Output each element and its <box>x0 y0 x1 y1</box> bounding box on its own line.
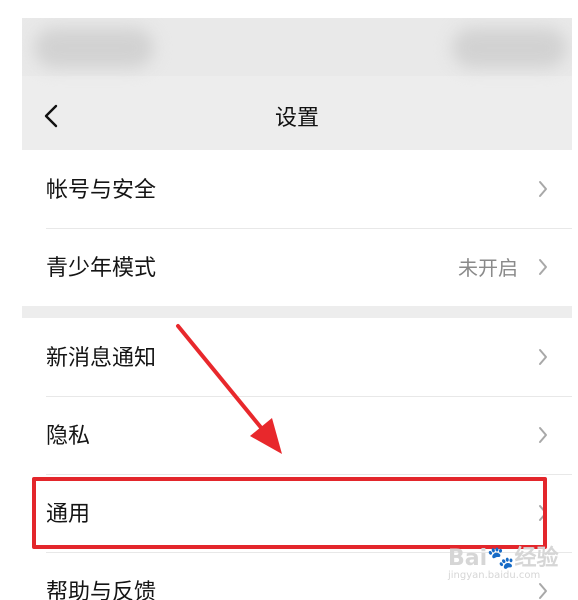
status-bar-left-blurred <box>34 28 154 68</box>
settings-item-teen-mode[interactable]: 青少年模式 未开启 <box>22 228 572 306</box>
settings-item-account-security[interactable]: 帐号与安全 <box>22 150 572 228</box>
settings-item-label: 新消息通知 <box>46 346 157 371</box>
chevron-right-icon <box>539 259 547 275</box>
settings-item-label: 帮助与反馈 <box>46 580 157 600</box>
nav-bar: 设置 <box>22 86 572 146</box>
settings-item-notifications[interactable]: 新消息通知 <box>22 318 572 396</box>
settings-group-account: 帐号与安全 青少年模式 未开启 <box>22 150 572 306</box>
settings-item-label: 帐号与安全 <box>46 178 157 203</box>
settings-item-label: 青少年模式 <box>46 256 157 281</box>
highlight-box <box>32 477 547 549</box>
watermark-text: Bai🐾经验 <box>448 546 559 571</box>
teen-mode-status: 未开启 <box>458 256 518 280</box>
chevron-right-icon <box>539 583 547 599</box>
status-bar <box>22 18 572 76</box>
chevron-right-icon <box>539 181 547 197</box>
baidu-jingyan-watermark: Bai🐾经验 jingyan.baidu.com <box>448 540 559 581</box>
settings-item-label: 隐私 <box>46 424 91 449</box>
chevron-right-icon <box>539 349 547 365</box>
page-title: 设置 <box>274 106 319 131</box>
status-bar-right-blurred <box>452 28 567 68</box>
chevron-right-icon <box>539 427 547 443</box>
settings-item-privacy[interactable]: 隐私 <box>22 396 572 474</box>
